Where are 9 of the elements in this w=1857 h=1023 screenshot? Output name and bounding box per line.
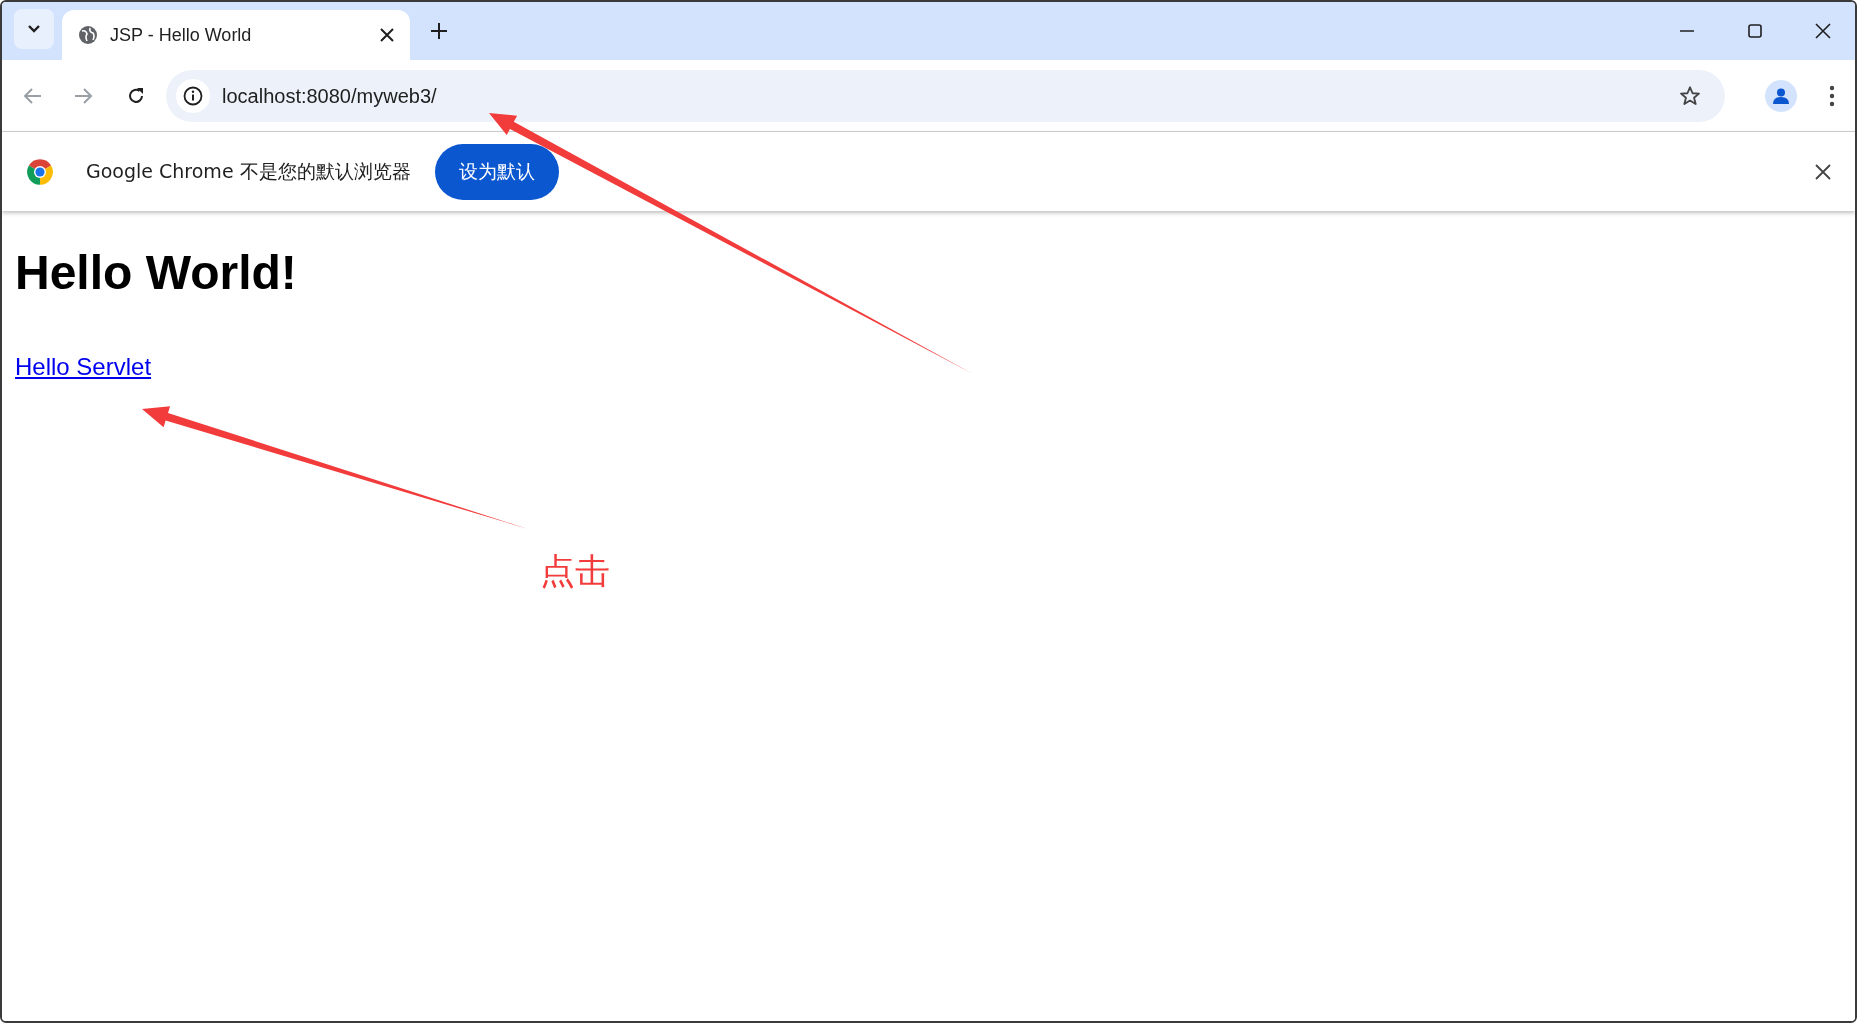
set-default-button[interactable]: 设为默认 xyxy=(434,143,559,200)
annotation-label: 点击 xyxy=(540,550,610,593)
hello-servlet-link[interactable]: Hello Servlet xyxy=(15,349,152,385)
tab-title: JSP - Hello World xyxy=(110,23,253,47)
infobar-message: Google Chrome 不是您的默认浏览器 xyxy=(86,159,411,185)
page-heading: Hello World! xyxy=(15,245,297,301)
url-text: localhost:8080/myweb3/ xyxy=(222,83,438,109)
address-bar[interactable]: localhost:8080/myweb3/ xyxy=(166,69,1725,122)
browser-tab[interactable]: JSP - Hello World xyxy=(62,10,410,60)
